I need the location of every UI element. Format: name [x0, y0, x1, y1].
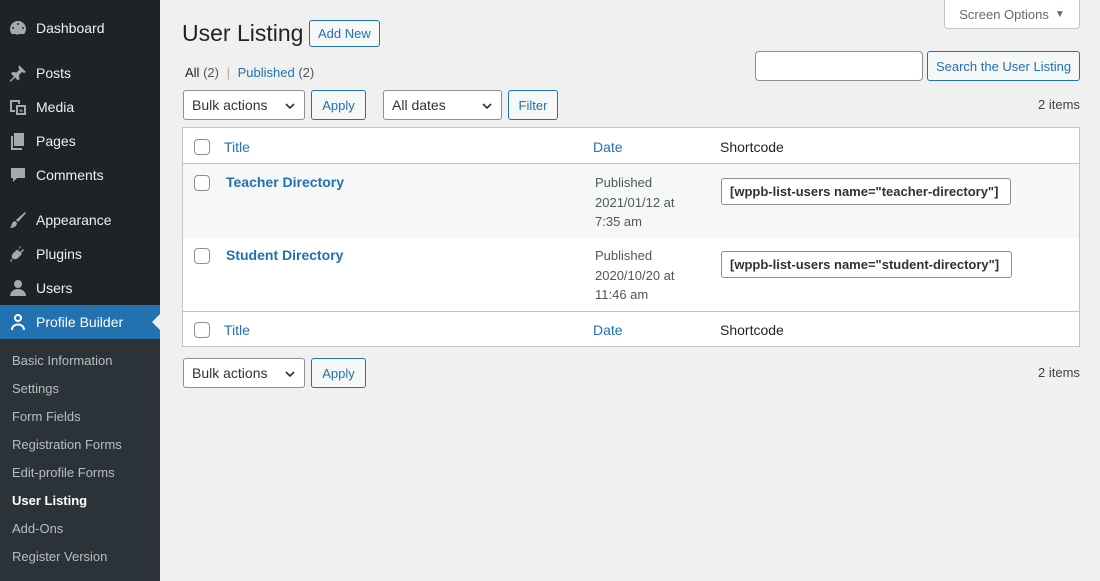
table-header-row: Title Date Shortcode: [183, 128, 1079, 164]
brush-icon: [0, 210, 36, 230]
menu-item-plugins[interactable]: Plugins: [0, 237, 160, 271]
table-row: Teacher Directory Published 2021/01/12 a…: [183, 164, 1079, 238]
row-date-line1: 2020/10/20 at: [595, 267, 675, 283]
person-icon: [0, 312, 36, 332]
chevron-down-icon: [482, 103, 492, 110]
search-button[interactable]: Search the User Listing: [927, 51, 1080, 81]
search-input[interactable]: [755, 51, 923, 81]
row-title-link[interactable]: Student Directory: [226, 247, 343, 263]
column-header-title[interactable]: Title: [224, 139, 250, 155]
dates-filter-value: All dates: [392, 97, 446, 113]
view-all-count: (2): [203, 65, 219, 80]
column-header-shortcode: Shortcode: [720, 139, 784, 155]
screen-options-label: Screen Options: [959, 6, 1049, 22]
menu-label: Comments: [36, 167, 104, 183]
add-new-button[interactable]: Add New: [309, 20, 380, 47]
bulk-actions-select-top[interactable]: Bulk actions: [183, 90, 305, 120]
media-icon: [0, 97, 36, 117]
row-checkbox[interactable]: [194, 175, 210, 191]
plugin-icon: [0, 244, 36, 264]
items-count-bottom: 2 items: [1038, 365, 1080, 380]
user-listing-table: Title Date Shortcode Teacher Directory P…: [182, 127, 1080, 347]
caret-down-icon: ▼: [1054, 8, 1065, 20]
apply-button-bottom[interactable]: Apply: [311, 358, 366, 388]
menu-label: Posts: [36, 65, 72, 81]
select-all-checkbox-footer[interactable]: [194, 322, 210, 338]
menu-item-comments[interactable]: Comments: [0, 158, 160, 192]
row-date: Published 2021/01/12 at 7:35 am: [595, 173, 675, 232]
bulk-actions-value: Bulk actions: [192, 365, 268, 381]
dates-filter-select[interactable]: All dates: [383, 90, 502, 120]
row-status: Published: [595, 175, 653, 190]
chevron-down-icon: [285, 371, 295, 378]
pin-icon: [0, 63, 36, 83]
table-footer-row: Title Date Shortcode: [183, 311, 1079, 346]
screen-options-button[interactable]: Screen Options ▼: [944, 0, 1080, 29]
column-footer-date[interactable]: Date: [593, 322, 623, 338]
menu-item-appearance[interactable]: Appearance: [0, 203, 160, 237]
menu-item-media[interactable]: Media: [0, 90, 160, 124]
status-filter-links: All (2) | Published (2): [185, 65, 314, 80]
profile-builder-submenu: Basic Information Settings Form Fields R…: [0, 339, 160, 581]
menu-label: Appearance: [36, 212, 112, 228]
chevron-down-icon: [285, 103, 295, 110]
users-icon: [0, 278, 36, 298]
admin-sidebar: Dashboard Posts Media Pages Comments App…: [0, 0, 160, 581]
dashboard-icon: [0, 18, 36, 38]
bulk-actions-value: Bulk actions: [192, 97, 268, 113]
menu-label: Profile Builder: [36, 314, 124, 330]
row-checkbox[interactable]: [194, 248, 210, 264]
page-title: User Listing: [182, 20, 304, 46]
row-status: Published: [595, 248, 653, 263]
submenu-item-edit-profile-forms[interactable]: Edit-profile Forms: [12, 465, 115, 480]
view-published-link[interactable]: Published: [238, 65, 295, 80]
filter-button[interactable]: Filter: [508, 90, 558, 120]
apply-button-top[interactable]: Apply: [311, 90, 366, 120]
menu-item-pages[interactable]: Pages: [0, 124, 160, 158]
row-date-line1: 2021/01/12 at: [595, 194, 675, 210]
pages-icon: [0, 131, 36, 151]
shortcode-field[interactable]: [wppb-list-users name="student-directory…: [721, 251, 1012, 278]
menu-label: Media: [36, 99, 75, 115]
submenu-item-settings[interactable]: Settings: [12, 381, 59, 396]
menu-item-dashboard[interactable]: Dashboard: [0, 11, 160, 45]
column-header-date[interactable]: Date: [593, 139, 623, 155]
submenu-item-user-listing[interactable]: User Listing: [12, 493, 87, 508]
submenu-item-add-ons[interactable]: Add-Ons: [12, 521, 63, 536]
submenu-item-basic-information[interactable]: Basic Information: [12, 353, 112, 368]
row-date-line2: 7:35 am: [595, 214, 642, 229]
bulk-actions-select-bottom[interactable]: Bulk actions: [183, 358, 305, 388]
table-row: Student Directory Published 2020/10/20 a…: [183, 238, 1079, 311]
menu-label: Dashboard: [36, 20, 105, 36]
view-separator: |: [226, 65, 230, 80]
menu-item-posts[interactable]: Posts: [0, 56, 160, 90]
comment-icon: [0, 165, 36, 185]
menu-label: Plugins: [36, 246, 82, 262]
menu-item-users[interactable]: Users: [0, 271, 160, 305]
submenu-item-register-version[interactable]: Register Version: [12, 549, 107, 564]
menu-item-profile-builder[interactable]: Profile Builder: [0, 305, 160, 339]
view-published-count: (2): [298, 65, 315, 80]
row-date: Published 2020/10/20 at 11:46 am: [595, 246, 675, 305]
column-footer-title[interactable]: Title: [224, 322, 250, 338]
submenu-item-registration-forms[interactable]: Registration Forms: [12, 437, 122, 452]
items-count-top: 2 items: [1038, 97, 1080, 112]
menu-label: Pages: [36, 133, 76, 149]
row-title-link[interactable]: Teacher Directory: [226, 174, 344, 190]
submenu-item-form-fields[interactable]: Form Fields: [12, 409, 81, 424]
shortcode-field[interactable]: [wppb-list-users name="teacher-directory…: [721, 178, 1011, 205]
menu-label: Users: [36, 280, 73, 296]
column-footer-shortcode: Shortcode: [720, 322, 784, 338]
row-date-line2: 11:46 am: [595, 287, 649, 302]
select-all-checkbox[interactable]: [194, 139, 210, 155]
view-all-link[interactable]: All: [185, 65, 199, 80]
